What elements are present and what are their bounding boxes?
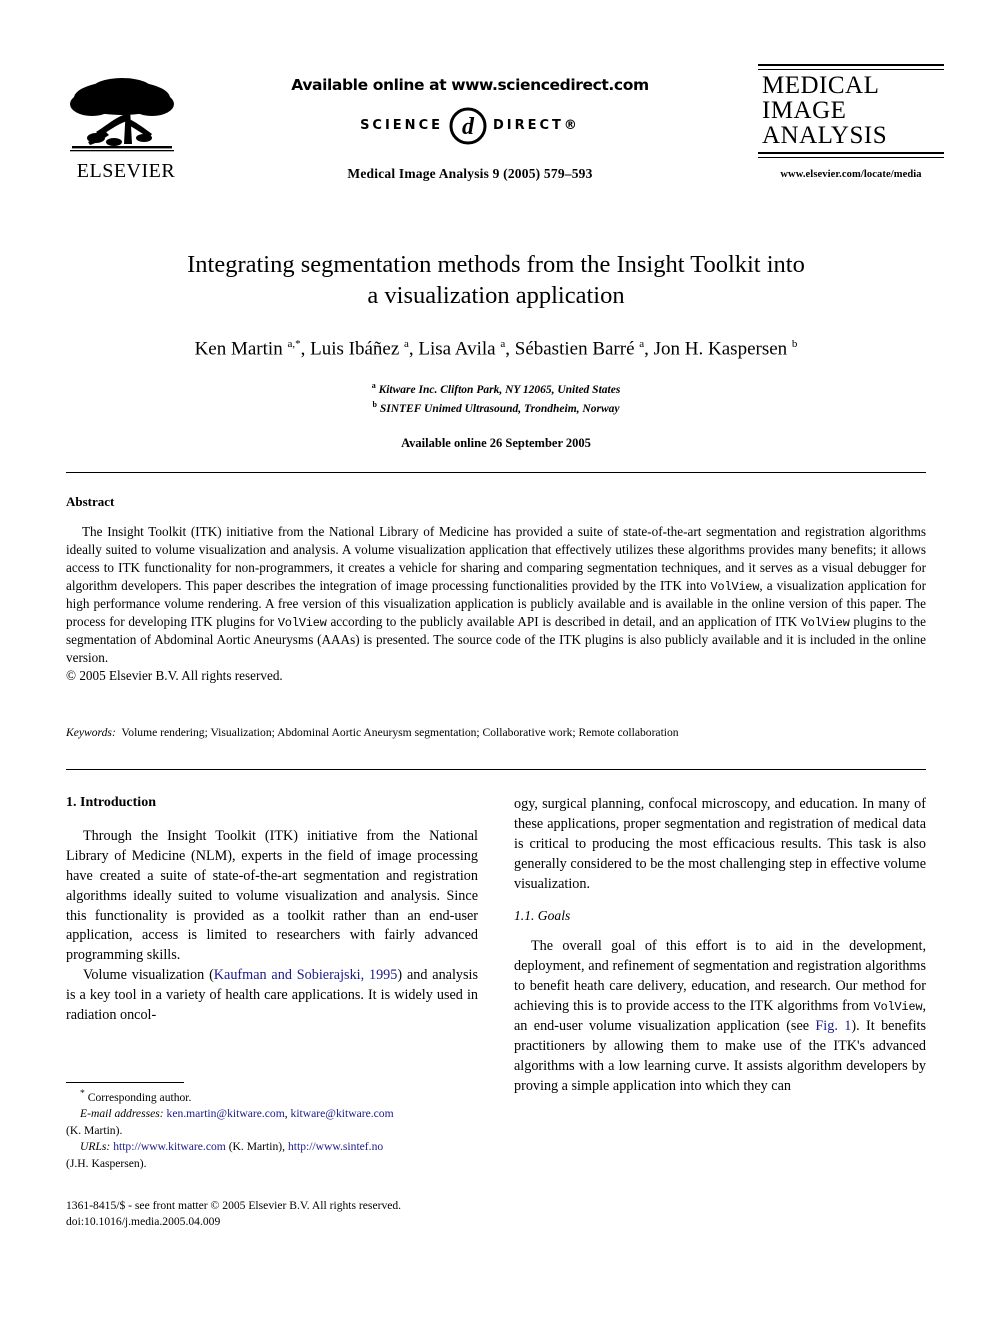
figure-link-fig1[interactable]: Fig. 1	[815, 1018, 851, 1034]
footnote-divider	[66, 1082, 184, 1083]
column-left: 1. Introduction Through the Insight Tool…	[66, 795, 478, 1096]
intro-paragraph-continued: ogy, surgical planning, confocal microsc…	[514, 796, 926, 892]
abstract-copyright: © 2005 Elsevier B.V. All rights reserved…	[66, 668, 283, 684]
affiliation-marker-b: b	[372, 400, 377, 410]
elsevier-logo: ELSEVIER	[66, 74, 186, 181]
affiliation-a: a Kitware Inc. Clifton Park, NY 12065, U…	[66, 380, 926, 399]
corresponding-author-marker: *	[80, 1088, 85, 1099]
author-affil-marker: a,*	[287, 337, 301, 350]
sciencedirect-logo: SCIENCE d DIRECT®	[260, 104, 680, 146]
journal-title-line-1: MEDICAL	[762, 72, 880, 99]
abstract-mono-volview-2: VolView	[277, 616, 327, 631]
email-link-1[interactable]: ken.martin@kitware.com	[167, 1107, 285, 1120]
email-attribution: (K. Martin).	[66, 1123, 123, 1137]
journal-url: www.elsevier.com/locate/media	[780, 169, 922, 181]
email-link-2[interactable]: kitware@kitware.com	[291, 1107, 394, 1120]
abstract-body: The Insight Toolkit (ITK) initiative fro…	[66, 523, 926, 667]
divider-above-abstract	[66, 472, 926, 473]
affiliation-b: b SINTEF Unimed Ultrasound, Trondheim, N…	[66, 399, 926, 418]
column-right: ogy, surgical planning, confocal microsc…	[514, 795, 926, 1096]
paper-title-line-1: Integrating segmentation methods from th…	[187, 251, 805, 278]
journal-logo: MEDICAL IMAGE ANALYSIS www.elsevier.com/…	[758, 64, 944, 180]
goals-paragraph: The overall goal of this effort is to ai…	[514, 937, 926, 1096]
imprint-doi-line: doi:10.1016/j.media.2005.04.009	[66, 1214, 221, 1228]
affiliation-marker-a: a	[371, 380, 376, 390]
imprint-footer: 1361-8415/$ - see front matter © 2005 El…	[66, 1198, 486, 1230]
keywords-value: Volume rendering; Visualization; Abdomin…	[121, 726, 679, 739]
affiliation-a-text: Kitware Inc. Clifton Park, NY 12065, Uni…	[378, 383, 621, 396]
url2-attribution: (J.H. Kaspersen).	[66, 1156, 147, 1170]
footnotes: * Corresponding author. E-mail addresses…	[66, 1082, 478, 1172]
intro-paragraph-2: Volume visualization (Kaufman and Sobier…	[66, 966, 478, 1026]
paper-page: ELSEVIER Available online at www.science…	[0, 0, 992, 1323]
author-affil-marker: a	[639, 337, 645, 350]
title-area: Integrating segmentation methods from th…	[66, 250, 926, 451]
divider-below-keywords	[66, 769, 926, 770]
paper-title-line-2: a visualization application	[367, 281, 625, 309]
goals-mono-volview: VolView	[873, 1000, 923, 1014]
at-symbol-icon: d	[447, 104, 489, 146]
imprint-issn-line: 1361-8415/$ - see front matter © 2005 El…	[66, 1199, 402, 1212]
sciencedirect-word-left: SCIENCE	[360, 117, 443, 133]
journal-citation: Medical Image Analysis 9 (2005) 579–593	[347, 166, 593, 181]
sciencedirect-block: Available online at www.sciencedirect.co…	[260, 76, 680, 182]
elsevier-tree-icon	[70, 78, 174, 152]
url-link-sintef[interactable]: http://www.sintef.no	[288, 1140, 383, 1153]
svg-text:d: d	[462, 114, 475, 140]
sciencedirect-word-right: DIRECT®	[492, 117, 580, 133]
affiliations: a Kitware Inc. Clifton Park, NY 12065, U…	[66, 380, 926, 419]
subsection-heading-goals: 1.1. Goals	[514, 908, 571, 924]
journal-rule-bottom	[758, 152, 944, 159]
author-affil-marker: b	[791, 337, 798, 350]
author-list: Ken Martin a,*, Luis Ibáñez a, Lisa Avil…	[194, 337, 798, 360]
journal-title-line-3: ANALYSIS	[762, 121, 888, 149]
available-online-text: Available online at www.sciencedirect.co…	[291, 76, 649, 94]
page-title: Integrating segmentation methods from th…	[66, 250, 926, 312]
footnote-corresponding-author: * Corresponding author.	[66, 1087, 478, 1106]
available-online-date: Available online 26 September 2005	[401, 436, 591, 451]
intro-paragraph-1: Through the Insight Toolkit (ITK) initia…	[66, 828, 478, 964]
masthead: ELSEVIER Available online at www.science…	[0, 56, 992, 216]
abstract-heading: Abstract	[66, 494, 115, 509]
journal-rule-top	[758, 64, 944, 70]
keywords: Keywords: Volume rendering; Visualizatio…	[66, 725, 926, 741]
citation-link-kaufman[interactable]: Kaufman and Sobierajski, 1995	[214, 967, 398, 983]
keywords-label: Keywords:	[66, 726, 116, 739]
abstract-section: Abstract The Insight Toolkit (ITK) initi…	[66, 494, 926, 685]
journal-title-line-2: IMAGE	[762, 96, 847, 124]
author-affil-marker: a	[404, 337, 409, 350]
body-columns: 1. Introduction Through the Insight Tool…	[66, 795, 926, 1096]
footnote-urls: URLs: http://www.kitware.com (K. Martin)…	[66, 1139, 478, 1172]
corresponding-author-text: Corresponding author.	[87, 1090, 192, 1104]
urls-label: URLs:	[80, 1140, 111, 1154]
goals-text-a: The overall goal of this effort is to ai…	[514, 938, 926, 1014]
email-label: E-mail addresses:	[80, 1107, 164, 1121]
section-heading-introduction: 1. Introduction	[66, 795, 156, 810]
elsevier-wordmark: ELSEVIER	[76, 160, 176, 182]
footnote-emails: E-mail addresses: ken.martin@kitware.com…	[66, 1106, 478, 1139]
affiliation-b-text: SINTEF Unimed Ultrasound, Trondheim, Nor…	[379, 402, 620, 415]
abstract-mono-volview-3: VolView	[800, 616, 850, 631]
abstract-mono-volview-1: VolView	[710, 580, 760, 595]
url1-attribution: (K. Martin),	[228, 1140, 286, 1154]
intro-p2-text-a: Volume visualization (	[83, 967, 214, 984]
journal-title: MEDICAL IMAGE ANALYSIS	[758, 72, 944, 149]
abstract-text-part-3: according to the publicly available API …	[326, 614, 801, 630]
url-link-kitware[interactable]: http://www.kitware.com	[113, 1140, 226, 1153]
author-affil-marker: a	[500, 337, 506, 350]
